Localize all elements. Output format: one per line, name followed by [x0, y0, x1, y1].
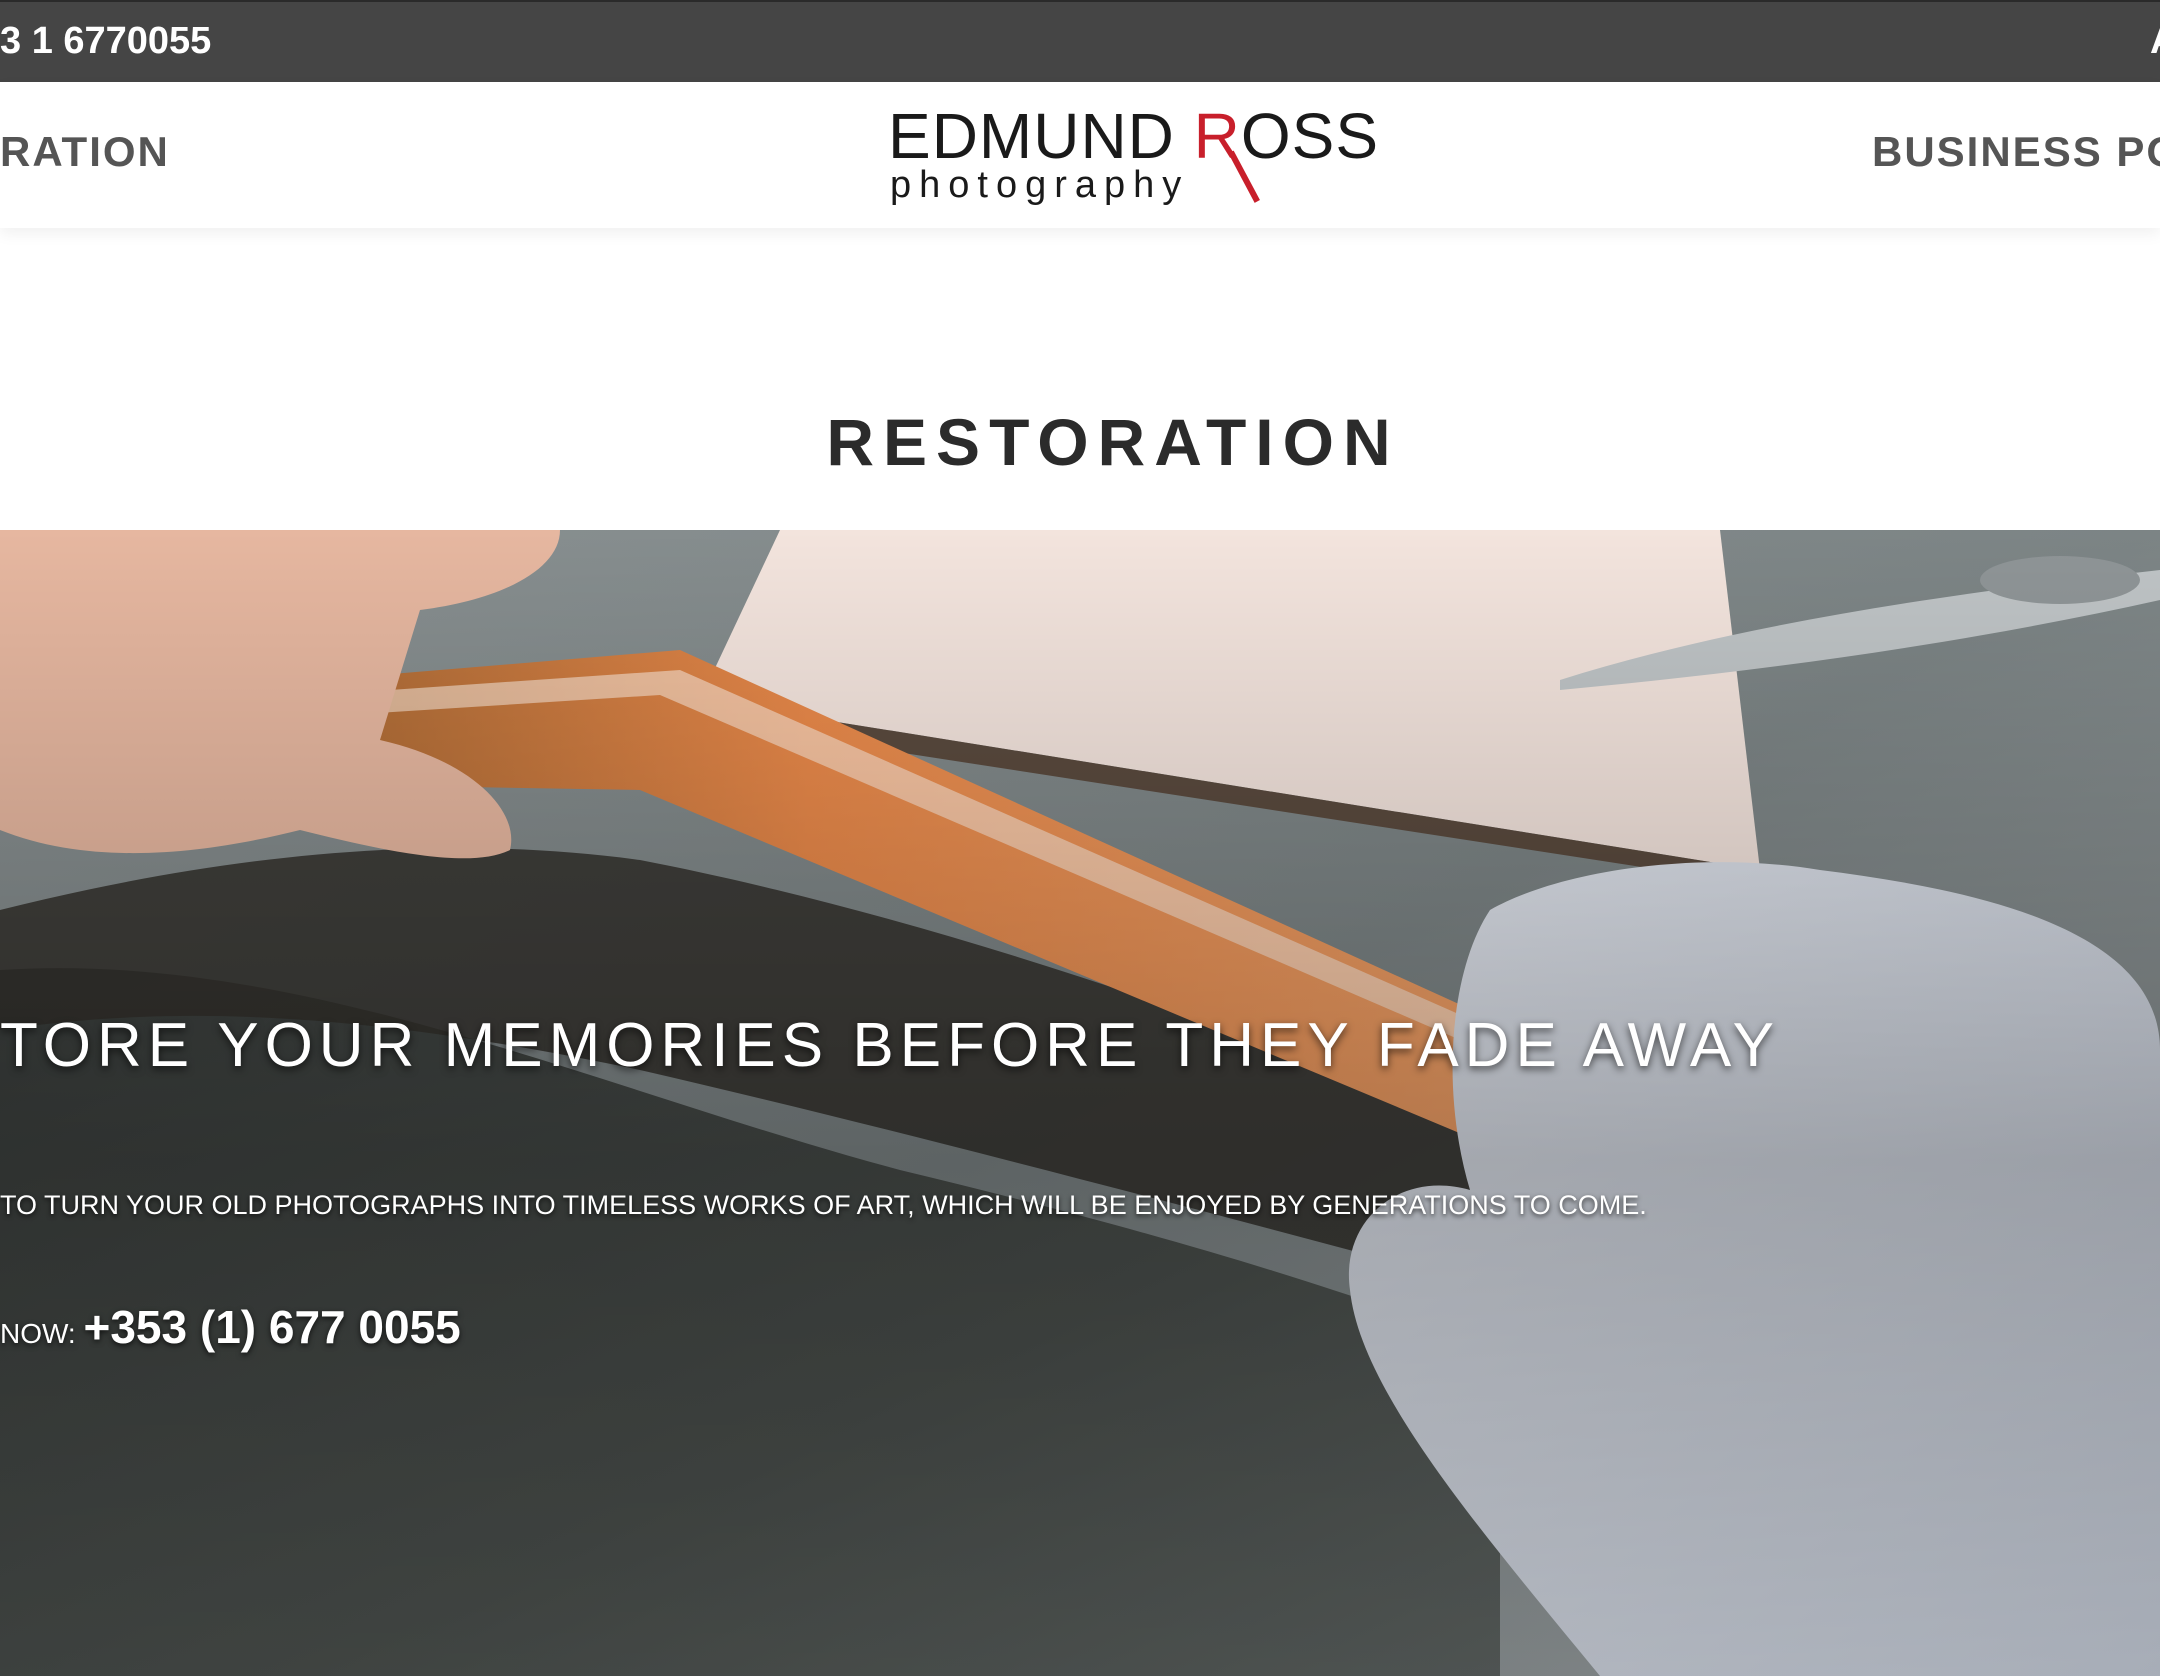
- nav-item-business-portraits[interactable]: BUSINESS POR: [1872, 128, 2160, 176]
- top-bar: 3 1 6770055 A: [0, 0, 2160, 82]
- call-phone-number[interactable]: +353 (1) 677 0055: [83, 1301, 460, 1353]
- site-header: RATION EDMUND ROSS photography BUSINESS …: [0, 82, 2160, 228]
- call-label: NOW:: [0, 1318, 84, 1349]
- logo-wordmark: EDMUND ROSS: [888, 100, 1380, 172]
- hero-banner: [0, 530, 2160, 1676]
- site-logo[interactable]: EDMUND ROSS photography: [888, 104, 1378, 206]
- hero-call-now[interactable]: NOW: +353 (1) 677 0055: [0, 1300, 461, 1354]
- hero-photo: [0, 530, 2160, 1676]
- nav-item-restoration[interactable]: RATION: [0, 128, 170, 176]
- hero-subtext: TO TURN YOUR OLD PHOTOGRAPHS INTO TIMELE…: [0, 1190, 1647, 1220]
- topbar-phone[interactable]: 3 1 6770055: [0, 20, 211, 63]
- topbar-right-text[interactable]: A: [2150, 20, 2160, 63]
- hero-heading: TORE YOUR MEMORIES BEFORE THEY FADE AWAY: [0, 1011, 1780, 1080]
- page-title: RESTORATION: [826, 405, 1400, 480]
- logo-tagline: photography: [890, 164, 1190, 206]
